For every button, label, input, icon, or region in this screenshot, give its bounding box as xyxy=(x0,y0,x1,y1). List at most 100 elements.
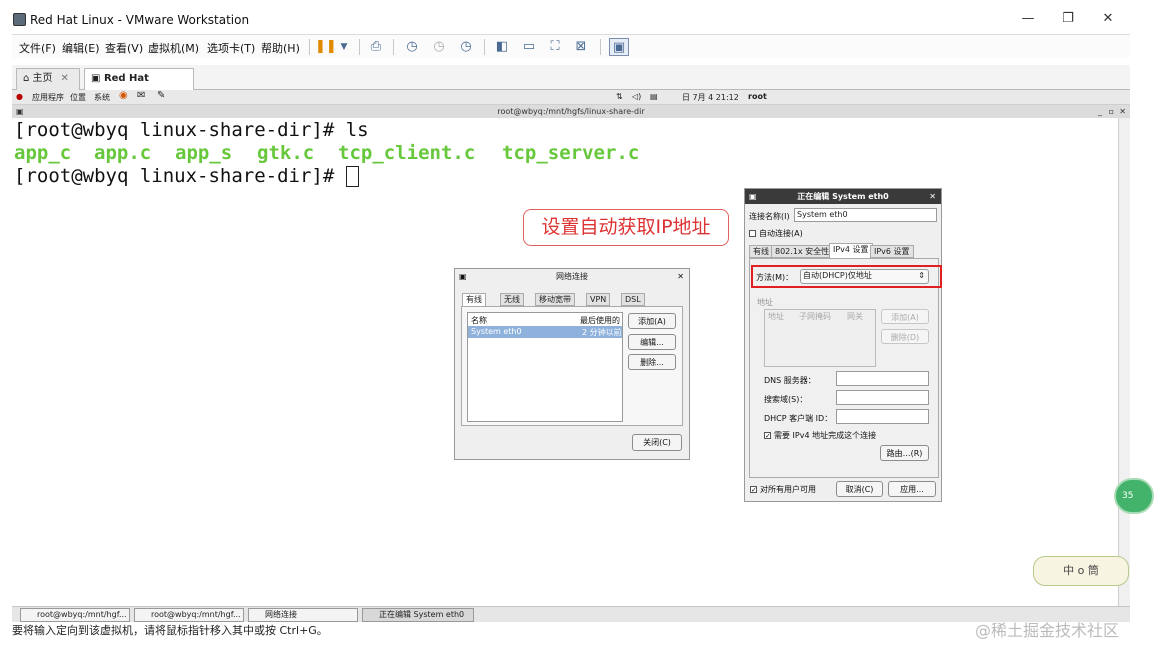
terminal-cursor xyxy=(345,166,359,187)
taskbar-item-edit-connection[interactable]: 正在编辑 System eth0 xyxy=(362,608,474,622)
terminal-scrollbar[interactable] xyxy=(1118,118,1130,606)
chevron-down-icon[interactable]: ▼ xyxy=(334,38,354,56)
redhat-icon: ● xyxy=(16,92,23,101)
dhcp-client-id-label: DHCP 客户端 ID： xyxy=(764,414,833,423)
terminal-titlebar: ▣ root@wbyq:/mnt/hgfs/linux-share-dir _ … xyxy=(12,105,1130,118)
taskbar-item-terminal-1[interactable]: root@wbyq:/mnt/hgf... xyxy=(20,608,130,622)
add-connection-button[interactable]: 添加(A) xyxy=(628,313,676,329)
unity-icon[interactable]: ⊠ xyxy=(571,38,591,56)
vm-tab-bar: ⌂ 主页✕ ▣ Red Hat Linux✕ xyxy=(12,65,1130,104)
method-label: 方法(M)： xyxy=(756,273,794,282)
floating-badge[interactable]: 35 xyxy=(1114,478,1154,514)
vm-icon: ▣ xyxy=(91,73,101,84)
select-arrows-icon: ⇕ xyxy=(918,271,925,280)
home-icon: ⌂ xyxy=(23,73,30,84)
tab-dsl[interactable]: DSL xyxy=(621,293,645,306)
applications-menu[interactable]: 应用程序 xyxy=(32,92,64,103)
require-ipv4-checkbox[interactable]: ✓ 需要 IPv4 地址完成这个连接 xyxy=(764,430,876,441)
available-all-users-checkbox[interactable]: ✓ 对所有用户可用 xyxy=(750,484,816,495)
search-domain-input[interactable] xyxy=(836,390,929,405)
thumbnail-view-icon[interactable]: ▣ xyxy=(609,38,629,56)
checkbox-icon[interactable]: ✓ xyxy=(764,432,771,440)
menu-help[interactable]: 帮助(H) xyxy=(261,40,300,56)
auto-connect-checkbox[interactable]: 自动连接(A) xyxy=(749,228,803,239)
menu-file[interactable]: 文件(F) xyxy=(19,40,56,56)
delete-address-button[interactable]: 删除(D) xyxy=(881,329,929,344)
tab-ipv6-settings[interactable]: IPv6 设置 xyxy=(870,245,914,258)
notes-icon[interactable]: ✎ xyxy=(157,90,165,101)
close-dialog-button[interactable]: 关闭(C) xyxy=(632,434,682,451)
file-entry: tcp_server.c xyxy=(502,142,640,164)
send-keys-icon[interactable]: ⎙ xyxy=(366,38,386,56)
terminal-title: root@wbyq:/mnt/hgfs/linux-share-dir xyxy=(497,107,645,116)
clock[interactable]: 日 7月 4 21:12 xyxy=(682,92,739,103)
terminal-maximize-icon[interactable]: ▫ xyxy=(1109,105,1114,118)
menu-view[interactable]: 查看(V) xyxy=(105,40,143,56)
network-tray-icon[interactable]: ⇅ xyxy=(616,92,623,101)
file-entry: gtk.c xyxy=(257,142,315,164)
close-icon[interactable]: ✕ xyxy=(929,192,936,201)
menu-edit[interactable]: 编辑(E) xyxy=(62,40,100,56)
taskbar-item-terminal-2[interactable]: root@wbyq:/mnt/hgf... xyxy=(134,608,244,622)
terminal-prompt: [root@wbyq linux-share-dir]# xyxy=(14,165,346,187)
volume-icon[interactable]: ◁) xyxy=(632,92,641,101)
snapshot-manager-icon[interactable]: ◷ xyxy=(456,38,476,56)
display-icon[interactable]: ▤ xyxy=(650,92,658,101)
list-item[interactable]: System eth0 2 分钟以前 xyxy=(468,326,622,338)
terminal-prompt-line: [root@wbyq linux-share-dir]# xyxy=(14,165,359,188)
snapshot-icon[interactable]: ◷ xyxy=(402,38,422,56)
apply-button[interactable]: 应用... xyxy=(888,481,936,497)
terminal-command-line: [root@wbyq linux-share-dir]# ls xyxy=(14,119,369,141)
edit-connection-dialog: 正在编辑 System eth0 ▣ ✕ 连接名称(I) System eth0… xyxy=(744,188,942,502)
connections-list[interactable]: 名称 最后使用的 System eth0 2 分钟以前 xyxy=(467,312,623,422)
revert-snapshot-icon[interactable]: ◷ xyxy=(429,38,449,56)
file-entry: app_s xyxy=(175,142,233,164)
checkbox-icon[interactable] xyxy=(749,230,756,237)
connection-name-input[interactable]: System eth0 xyxy=(794,208,937,222)
annotation-callout: 设置自动获取IP地址 xyxy=(523,209,729,246)
pause-icon[interactable]: ❚❚ xyxy=(315,38,337,56)
places-menu[interactable]: 位置 xyxy=(70,92,86,103)
add-address-button[interactable]: 添加(A) xyxy=(881,309,929,324)
tab-red-hat-linux[interactable]: ▣ Red Hat Linux✕ xyxy=(84,68,194,104)
network-connections-dialog: 网络连接 ▣ ✕ 有线 无线 移动宽带 VPN DSL 名称 最后使用的 Sys… xyxy=(454,268,690,460)
tab-mobile-broadband[interactable]: 移动宽带 xyxy=(535,293,575,306)
terminal-minimize-icon[interactable]: _ xyxy=(1098,105,1102,118)
tab-wired[interactable]: 有线 xyxy=(749,245,773,258)
fullscreen-icon[interactable]: ⛶ xyxy=(545,38,565,56)
console-view-icon[interactable]: ▭ xyxy=(519,38,539,56)
dns-input[interactable] xyxy=(836,371,929,386)
close-icon[interactable]: ✕ xyxy=(677,272,684,281)
method-select[interactable]: 自动(DHCP)仅地址 ⇕ xyxy=(800,269,929,284)
terminal-close-icon[interactable]: ✕ xyxy=(1119,105,1126,118)
tab-home[interactable]: ⌂ 主页 ✕ xyxy=(16,68,80,90)
system-menu[interactable]: 系统 xyxy=(94,92,110,103)
decorative-sticker: 中 o 筒 xyxy=(1033,556,1129,586)
cancel-button[interactable]: 取消(C) xyxy=(836,481,883,497)
file-entry: app_c xyxy=(14,142,72,164)
tab-wired[interactable]: 有线 xyxy=(462,293,486,306)
file-entry: tcp_client.c xyxy=(338,142,476,164)
menu-tabs[interactable]: 选项卡(T) xyxy=(207,40,255,56)
close-tab-icon[interactable]: ✕ xyxy=(61,73,69,84)
routes-button[interactable]: 路由…(R) xyxy=(880,445,929,461)
tab-vpn[interactable]: VPN xyxy=(586,293,611,306)
edit-connection-button[interactable]: 编辑... xyxy=(628,334,676,350)
tab-wireless[interactable]: 无线 xyxy=(500,293,524,306)
restore-button[interactable]: ❐ xyxy=(1055,8,1081,30)
minimize-button[interactable]: — xyxy=(1015,8,1041,30)
dialog-title: 正在编辑 System eth0 xyxy=(797,192,889,201)
file-entry: app.c xyxy=(94,142,152,164)
tab-8021x-security[interactable]: 802.1x 安全性 xyxy=(771,245,834,258)
checkbox-icon[interactable]: ✓ xyxy=(750,486,757,494)
email-icon[interactable]: ✉ xyxy=(137,90,145,101)
close-window-button[interactable]: ✕ xyxy=(1095,8,1121,30)
taskbar-item-network-connections[interactable]: 网络连接 xyxy=(248,608,358,622)
tab-ipv4-settings[interactable]: IPv4 设置 xyxy=(829,243,873,258)
sidebar-view-icon[interactable]: ◧ xyxy=(492,38,512,56)
dhcp-client-id-input[interactable] xyxy=(836,409,929,424)
user-name[interactable]: root xyxy=(748,92,767,101)
menu-vm[interactable]: 虚拟机(M) xyxy=(148,40,199,56)
firefox-icon[interactable]: ◉ xyxy=(119,90,128,101)
delete-connection-button[interactable]: 删除... xyxy=(628,354,676,370)
